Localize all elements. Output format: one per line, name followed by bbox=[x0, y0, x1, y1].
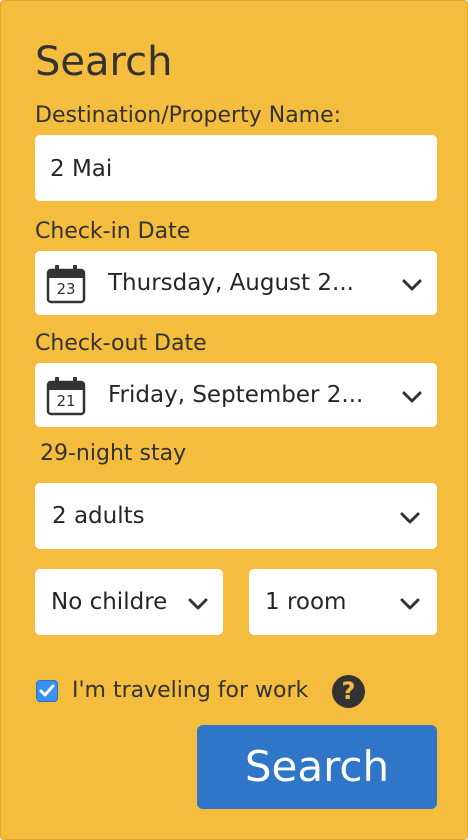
chevron-down-icon bbox=[400, 598, 420, 610]
rooms-select[interactable]: 1 room bbox=[249, 569, 437, 635]
chevron-down-icon bbox=[400, 512, 420, 524]
checkout-date-select[interactable]: 21 Friday, September 2... bbox=[35, 363, 437, 427]
destination-value: 2 Mai bbox=[50, 156, 113, 182]
destination-input[interactable]: 2 Mai bbox=[35, 135, 437, 201]
search-panel: Search Destination/Property Name: 2 Mai … bbox=[0, 0, 468, 840]
checkmark-icon bbox=[39, 684, 55, 697]
checkin-date-select[interactable]: 23 Thursday, August 2... bbox=[35, 251, 437, 315]
search-button[interactable]: Search bbox=[197, 725, 437, 809]
question-circle-icon[interactable]: ? bbox=[332, 675, 365, 708]
calendar-icon: 21 bbox=[45, 375, 87, 417]
stay-length-text: 29-night stay bbox=[40, 441, 187, 466]
chevron-down-icon bbox=[402, 391, 422, 403]
children-select[interactable]: No childre bbox=[35, 569, 223, 635]
checkin-label: Check-in Date bbox=[35, 219, 191, 244]
work-travel-checkbox[interactable] bbox=[36, 680, 58, 702]
chevron-down-icon bbox=[402, 279, 422, 291]
checkout-value: Friday, September 2... bbox=[108, 382, 364, 408]
rooms-value: 1 room bbox=[265, 589, 347, 615]
calendar-day-number: 23 bbox=[56, 280, 76, 298]
checkin-value: Thursday, August 2... bbox=[108, 270, 354, 296]
calendar-icon: 23 bbox=[45, 263, 87, 305]
adults-value: 2 adults bbox=[52, 503, 145, 529]
checkout-label: Check-out Date bbox=[35, 331, 207, 356]
children-value: No childre bbox=[51, 589, 168, 615]
chevron-down-icon bbox=[188, 598, 208, 610]
search-title: Search bbox=[35, 39, 173, 85]
destination-label: Destination/Property Name: bbox=[35, 103, 342, 128]
calendar-day-number: 21 bbox=[56, 392, 76, 410]
adults-select[interactable]: 2 adults bbox=[35, 483, 437, 549]
work-travel-label[interactable]: I'm traveling for work bbox=[72, 677, 308, 705]
